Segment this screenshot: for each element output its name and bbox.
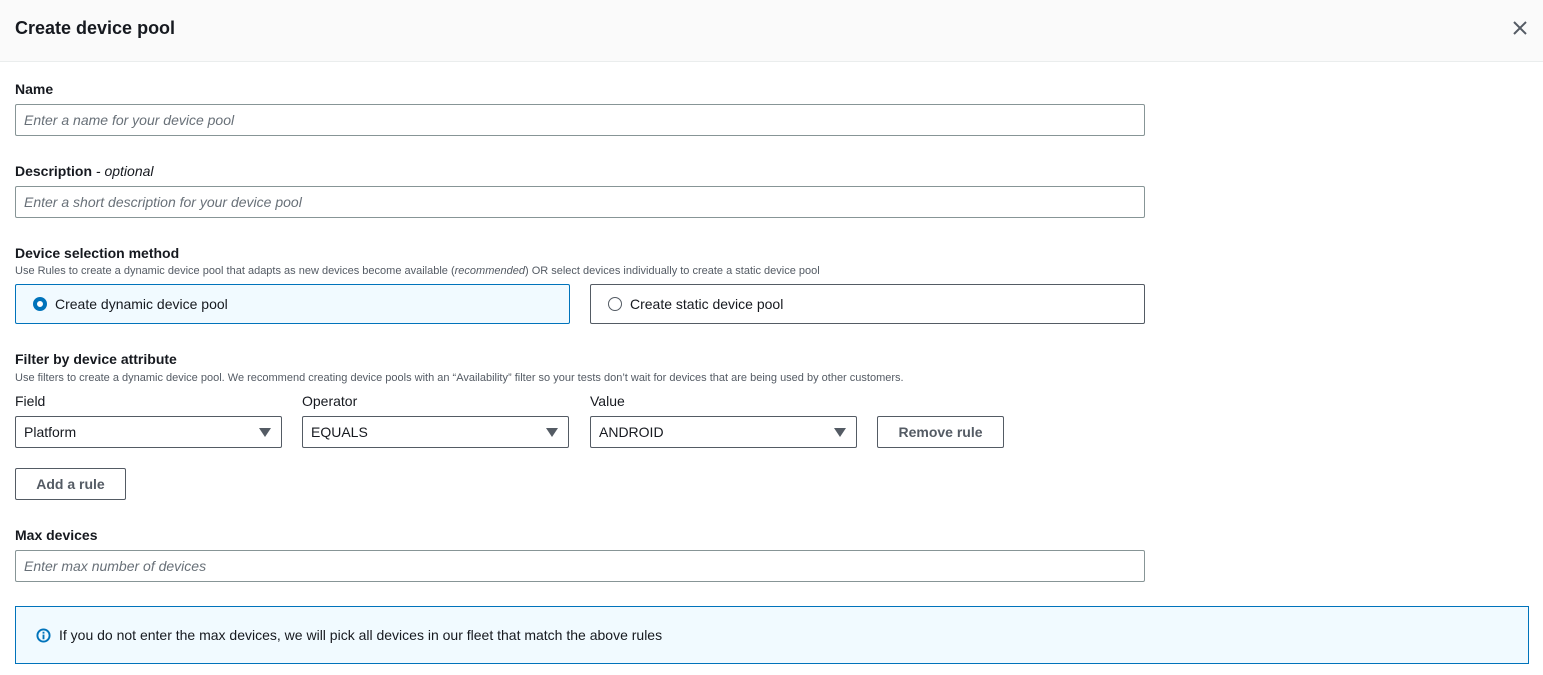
radio-unselected-icon [608,297,622,311]
name-input[interactable] [15,104,1145,136]
value-value: ANDROID [599,424,664,440]
modal-title: Create device pool [15,18,175,39]
description-label-text: Description [15,163,92,179]
radio-dynamic-pool[interactable]: Create dynamic device pool [15,284,570,324]
field-label: Field [15,393,45,409]
modal-header: Create device pool [0,0,1543,62]
info-text: If you do not enter the max devices, we … [59,627,662,643]
name-label: Name [15,81,53,97]
close-icon[interactable] [1510,18,1530,38]
radio-label: Create dynamic device pool [55,296,228,312]
help-emphasis: recommended [455,265,525,277]
optional-text: - optional [92,163,153,179]
radio-selected-icon [33,297,47,311]
help-text: ) OR select devices individually to crea… [525,265,820,277]
selection-method-label: Device selection method [15,245,179,261]
field-select[interactable]: Platform [15,416,282,448]
max-devices-input[interactable] [15,550,1145,582]
selection-method-help: Use Rules to create a dynamic device poo… [15,265,820,277]
description-label: Description - optional [15,163,154,179]
caret-down-icon [546,428,558,437]
filter-help: Use filters to create a dynamic device p… [15,372,904,384]
info-alert: If you do not enter the max devices, we … [15,606,1529,664]
description-input[interactable] [15,186,1145,218]
remove-rule-button[interactable]: Remove rule [877,416,1004,448]
max-devices-label: Max devices [15,527,98,543]
caret-down-icon [834,428,846,437]
operator-select[interactable]: EQUALS [302,416,569,448]
add-rule-button[interactable]: Add a rule [15,468,126,500]
filter-label: Filter by device attribute [15,351,177,367]
help-text: Use Rules to create a dynamic device poo… [15,265,455,277]
field-value: Platform [24,424,76,440]
value-label: Value [590,393,625,409]
radio-label: Create static device pool [630,296,783,312]
radio-static-pool[interactable]: Create static device pool [590,284,1145,324]
caret-down-icon [259,428,271,437]
operator-label: Operator [302,393,357,409]
operator-value: EQUALS [311,424,368,440]
value-select[interactable]: ANDROID [590,416,857,448]
info-icon [36,628,51,643]
